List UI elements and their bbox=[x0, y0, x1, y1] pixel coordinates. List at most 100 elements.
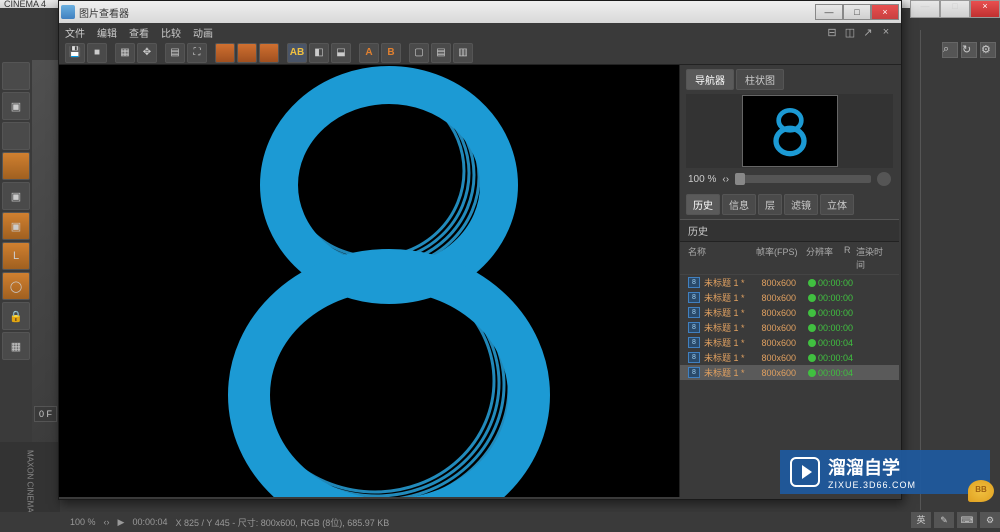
tab-navigator[interactable]: 导航器 bbox=[686, 69, 734, 90]
zoom-slider[interactable] bbox=[735, 175, 871, 183]
c4d-minimize-button[interactable]: — bbox=[910, 0, 940, 18]
clapper-icon[interactable]: ▤ bbox=[165, 43, 185, 63]
table-row[interactable]: 8 未标题 1 * 800x600 00:00:00 bbox=[680, 290, 899, 305]
checker-tool-icon[interactable] bbox=[2, 122, 30, 150]
menu-compare[interactable]: 比较 bbox=[161, 25, 181, 40]
render-thumb-icon: 8 bbox=[688, 367, 700, 378]
ime-opt3-icon[interactable]: ⚙ bbox=[980, 512, 1000, 528]
channel2-icon[interactable] bbox=[237, 43, 257, 63]
nav-tabs: 导航器 柱状图 bbox=[680, 65, 899, 94]
save-icon[interactable]: 💾 bbox=[65, 43, 85, 63]
arrow-icon[interactable]: ↻ bbox=[961, 42, 977, 58]
c4d-right-toolbar: ⌕ ↻ ⚙ bbox=[942, 42, 996, 58]
status-spinner[interactable]: ‹› bbox=[104, 517, 110, 527]
c4d-frame-indicator: 0 F bbox=[34, 406, 57, 422]
close-panel-icon[interactable]: × bbox=[879, 25, 893, 39]
zoom-fit-icon[interactable] bbox=[877, 172, 891, 186]
table-row[interactable]: 8 未标题 1 * 800x600 00:00:04 bbox=[680, 335, 899, 350]
col-name[interactable]: 名称 bbox=[688, 245, 756, 271]
zoom-row: 100 % ‹› bbox=[680, 168, 899, 190]
col-time[interactable]: 渲染时间 bbox=[856, 245, 891, 271]
channel1-icon[interactable] bbox=[215, 43, 235, 63]
table-row[interactable]: 8 未标题 1 * 800x600 00:00:00 bbox=[680, 275, 899, 290]
status-zoom: 100 % bbox=[70, 517, 96, 527]
table-row[interactable]: 8 未标题 1 * 800x600 00:00:04 bbox=[680, 350, 899, 365]
tab-layer[interactable]: 层 bbox=[758, 194, 782, 215]
lock-tool-icon[interactable]: 🔒 bbox=[2, 302, 30, 330]
tab-histogram[interactable]: 柱状图 bbox=[736, 69, 784, 90]
compare-a-button[interactable]: A bbox=[359, 43, 379, 63]
thumbnail-area bbox=[686, 94, 893, 168]
render-thumb-icon: 8 bbox=[688, 277, 700, 288]
pv-close-button[interactable]: × bbox=[871, 4, 899, 20]
cube2-tool-icon[interactable]: ▣ bbox=[2, 182, 30, 210]
ime-opt1-icon[interactable]: ✎ bbox=[934, 512, 954, 528]
col-res[interactable]: 分辨率 bbox=[806, 245, 844, 271]
split-h-icon[interactable]: ⬓ bbox=[331, 43, 351, 63]
channel3-icon[interactable] bbox=[259, 43, 279, 63]
axis-tool-icon[interactable]: L bbox=[2, 242, 30, 270]
pv-preview-area[interactable] bbox=[59, 65, 679, 497]
pv-toolbar: 💾 ■ ▦ ✥ ▤ ⛶ AB ◧ ⬓ A B ▢ ▤ ▥ bbox=[59, 41, 901, 65]
cube3-tool-icon[interactable]: ▣ bbox=[2, 212, 30, 240]
ime-bar: 英 ✎ ⌨ ⚙ bbox=[911, 512, 1000, 528]
status-dot-icon bbox=[808, 369, 816, 377]
c4d-title: CINEMA 4 bbox=[4, 0, 46, 9]
ring-tool-icon[interactable]: ◯ bbox=[2, 272, 30, 300]
render-thumb-icon: 8 bbox=[688, 307, 700, 318]
tab-stereo[interactable]: 立体 bbox=[820, 194, 854, 215]
table-row[interactable]: 8 未标题 1 * 800x600 00:00:00 bbox=[680, 320, 899, 335]
pv-title: 图片查看器 bbox=[79, 5, 129, 20]
tab-history[interactable]: 历史 bbox=[686, 194, 720, 215]
grid-tool-icon[interactable]: ▦ bbox=[2, 332, 30, 360]
zoom-spinner[interactable]: ‹› bbox=[722, 174, 729, 185]
pv-body: 导航器 柱状图 100 % ‹› bbox=[59, 65, 901, 497]
menu-file[interactable]: 文件 bbox=[65, 25, 85, 40]
status-bar: 100 % ‹› ▶ 00:00:04 X 825 / Y 445 - 尺寸: … bbox=[0, 512, 1000, 532]
pv-minimize-button[interactable]: — bbox=[815, 4, 843, 20]
menu-view[interactable]: 查看 bbox=[129, 25, 149, 40]
pv-maximize-button[interactable]: □ bbox=[843, 4, 871, 20]
play-logo-icon bbox=[790, 457, 820, 487]
filter2-icon[interactable]: ▤ bbox=[431, 43, 451, 63]
split-v-icon[interactable]: ◧ bbox=[309, 43, 329, 63]
split-horizontal-icon[interactable]: ⊟ bbox=[825, 25, 839, 39]
col-r[interactable]: R bbox=[844, 245, 856, 271]
watermark-title: 溜溜自学 bbox=[828, 454, 916, 480]
fullscreen-icon[interactable]: ⛶ bbox=[187, 43, 207, 63]
cube-tool-icon[interactable]: ▣ bbox=[2, 92, 30, 120]
split-vertical-icon[interactable]: ◫ bbox=[843, 25, 857, 39]
popout-icon[interactable]: ↗ bbox=[861, 25, 875, 39]
filter1-icon[interactable]: ▢ bbox=[409, 43, 429, 63]
menu-edit[interactable]: 编辑 bbox=[97, 25, 117, 40]
thumbnail-preview[interactable] bbox=[742, 95, 838, 167]
c4d-right-panel bbox=[920, 30, 1000, 510]
search-icon[interactable]: ⌕ bbox=[942, 42, 958, 58]
live-select-tool-icon[interactable] bbox=[2, 62, 30, 90]
pv-titlebar[interactable]: 图片查看器 — □ × bbox=[59, 1, 901, 23]
tab-filter[interactable]: 滤镜 bbox=[784, 194, 818, 215]
grid-icon[interactable]: ▦ bbox=[115, 43, 135, 63]
table-row[interactable]: 8 未标题 1 * 800x600 00:00:04 bbox=[680, 365, 899, 380]
table-row[interactable]: 8 未标题 1 * 800x600 00:00:00 bbox=[680, 305, 899, 320]
tab-info[interactable]: 信息 bbox=[722, 194, 756, 215]
gear-icon[interactable]: ⚙ bbox=[980, 42, 996, 58]
c4d-maximize-button[interactable]: □ bbox=[940, 0, 970, 18]
compare-b-button[interactable]: B bbox=[381, 43, 401, 63]
ime-lang[interactable]: 英 bbox=[911, 512, 931, 528]
stop-icon[interactable]: ■ bbox=[87, 43, 107, 63]
bb-chat-icon[interactable]: BB bbox=[968, 480, 994, 502]
move-icon[interactable]: ✥ bbox=[137, 43, 157, 63]
menu-anim[interactable]: 动画 bbox=[193, 25, 213, 40]
play-icon[interactable]: ▶ bbox=[118, 517, 125, 528]
zoom-handle[interactable] bbox=[735, 173, 745, 185]
c4d-window-controls: — □ × bbox=[910, 0, 1000, 18]
filter3-icon[interactable]: ▥ bbox=[453, 43, 473, 63]
col-fps[interactable]: 帧率(FPS) bbox=[756, 245, 806, 271]
ab-toggle-icon[interactable]: AB bbox=[287, 43, 307, 63]
render-thumb-icon: 8 bbox=[688, 337, 700, 348]
plane-tool-icon[interactable] bbox=[2, 152, 30, 180]
ime-opt2-icon[interactable]: ⌨ bbox=[957, 512, 977, 528]
c4d-close-button[interactable]: × bbox=[970, 0, 1000, 18]
zoom-value: 100 % bbox=[688, 174, 716, 185]
